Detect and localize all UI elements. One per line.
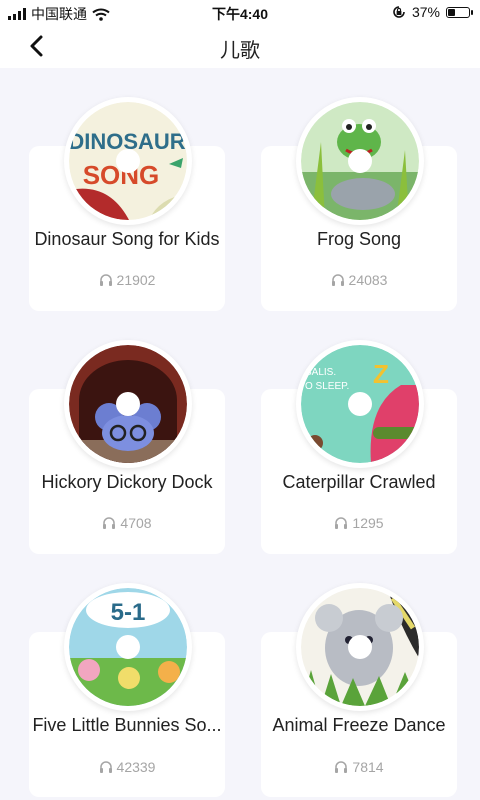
- status-right: 37%: [392, 4, 473, 20]
- play-count: 7814: [261, 759, 457, 775]
- cover-text-2: O SLEEP.: [305, 381, 349, 392]
- song-title: Animal Freeze Dance: [272, 715, 446, 735]
- play-count: 21902: [29, 272, 225, 288]
- song-disc[interactable]: [296, 583, 424, 711]
- disc-hole: [116, 392, 140, 416]
- song-title: Hickory Dickory Dock: [41, 472, 213, 492]
- play-count-value: 1295: [352, 515, 384, 531]
- disc-hole: [116, 635, 140, 659]
- disc-hole: [348, 149, 372, 173]
- play-count: 42339: [29, 759, 225, 775]
- cover-text-1: SALIS.: [305, 367, 336, 378]
- play-count-value: 21902: [116, 272, 156, 288]
- headphone-icon: [99, 274, 112, 286]
- status-bar: 中国联通 下午4:40 37%: [0, 0, 480, 24]
- play-count-value: 7814: [352, 759, 384, 775]
- disc-hole: [116, 149, 140, 173]
- play-count: 4708: [29, 515, 225, 531]
- battery-percent: 37%: [411, 4, 440, 20]
- song-disc[interactable]: [296, 97, 424, 225]
- page-title: 儿歌: [220, 40, 260, 62]
- headphone-icon: [335, 761, 348, 773]
- play-count-value: 42339: [116, 759, 156, 775]
- song-title: Caterpillar Crawled: [282, 472, 436, 492]
- disc-hole: [348, 635, 372, 659]
- cover-text-3: Z: [373, 359, 389, 389]
- headphone-icon: [99, 761, 112, 773]
- song-disc[interactable]: SALIS. O SLEEP. Z: [296, 340, 424, 468]
- song-title: Five Little Bunnies So...: [32, 715, 222, 735]
- song-disc[interactable]: [64, 340, 192, 468]
- disc-hole: [348, 392, 372, 416]
- song-disc[interactable]: DINOSAUR SONG: [64, 97, 192, 225]
- nav-bar: 儿歌: [0, 24, 480, 68]
- play-count-value: 4708: [120, 515, 152, 531]
- play-count-value: 24083: [348, 272, 388, 288]
- headphone-icon: [335, 517, 348, 529]
- play-count: 24083: [261, 272, 457, 288]
- headphone-icon: [331, 274, 344, 286]
- song-title: Dinosaur Song for Kids: [34, 229, 220, 249]
- orientation-lock-icon: [393, 6, 405, 18]
- battery-icon: [446, 6, 473, 18]
- song-disc[interactable]: 5-1: [64, 583, 192, 711]
- headphone-icon: [103, 517, 116, 529]
- cover-number: 5-1: [111, 599, 146, 626]
- song-title: Frog Song: [316, 229, 402, 249]
- play-count: 1295: [261, 515, 457, 531]
